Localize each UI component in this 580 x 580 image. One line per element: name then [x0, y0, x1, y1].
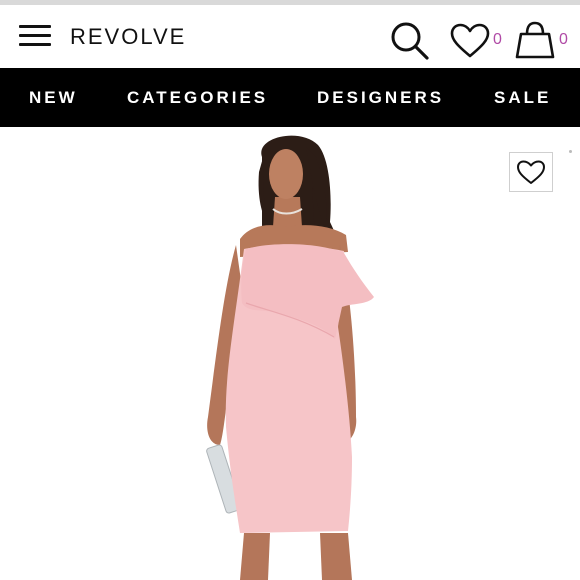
menu-icon-bar: [19, 34, 51, 37]
heart-icon: [450, 23, 490, 58]
shopping-bag-icon: [515, 21, 555, 59]
menu-icon-bar: [19, 43, 51, 46]
site-header: REVOLVE 0 0: [0, 5, 580, 68]
nav-item-designers[interactable]: DESIGNERS: [317, 88, 444, 108]
site-logo[interactable]: REVOLVE: [70, 24, 186, 50]
product-photo[interactable]: [0, 127, 580, 580]
menu-icon-bar: [19, 25, 51, 28]
product-image-area: [0, 127, 580, 580]
add-to-wishlist-button[interactable]: [509, 152, 553, 192]
wishlist-button[interactable]: [450, 23, 492, 59]
nav-item-new[interactable]: NEW: [29, 88, 78, 108]
search-icon: [391, 22, 429, 60]
main-navigation: NEW CATEGORIES DESIGNERS SALE: [0, 68, 580, 127]
cart-count: 0: [559, 31, 568, 48]
search-button[interactable]: [389, 21, 431, 61]
carousel-indicator-dot[interactable]: [569, 150, 572, 153]
wishlist-count: 0: [493, 31, 502, 48]
cart-button[interactable]: [515, 21, 557, 59]
nav-item-categories[interactable]: CATEGORIES: [127, 88, 268, 108]
heart-outline-icon: [517, 160, 545, 184]
menu-button[interactable]: [19, 25, 52, 47]
nav-item-sale[interactable]: SALE: [494, 88, 551, 108]
